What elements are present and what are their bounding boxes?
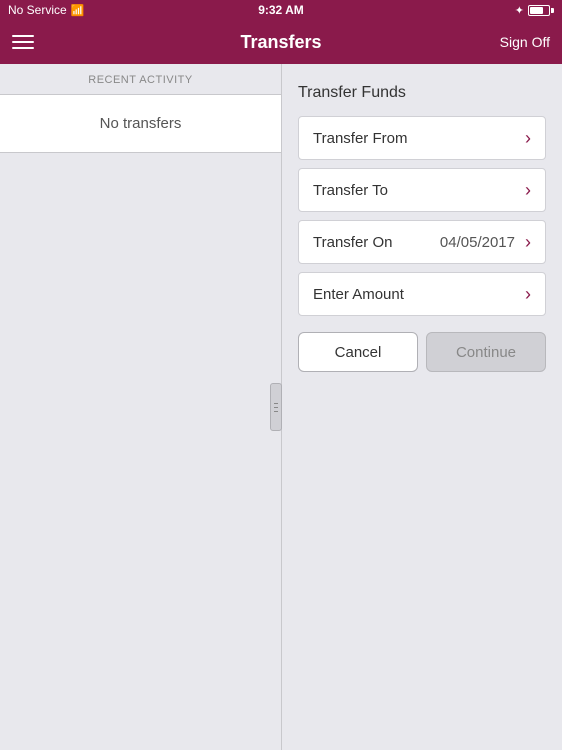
continue-button[interactable]: Continue	[426, 332, 546, 372]
battery-icon	[528, 5, 554, 16]
recent-activity-header: RECENT ACTIVITY	[0, 64, 281, 95]
wifi-icon: 📶	[71, 4, 85, 17]
main-layout: RECENT ACTIVITY No transfers Transfer Fu…	[0, 64, 562, 750]
transfer-on-right: 04/05/2017 ›	[440, 232, 531, 253]
transfer-to-label: Transfer To	[313, 182, 388, 199]
transfer-on-row[interactable]: Transfer On 04/05/2017 ›	[298, 220, 546, 264]
transfer-funds-title: Transfer Funds	[298, 84, 546, 102]
transfer-on-value: 04/05/2017	[440, 234, 515, 251]
enter-amount-right: ›	[525, 284, 531, 305]
enter-amount-label: Enter Amount	[313, 286, 404, 303]
nav-bar: Transfers Sign Off	[0, 20, 562, 64]
left-panel: RECENT ACTIVITY No transfers	[0, 64, 282, 750]
divider-handle-lines	[274, 403, 278, 412]
status-bar-time: 9:32 AM	[258, 3, 304, 17]
nav-title: Transfers	[240, 32, 321, 53]
transfer-to-row[interactable]: Transfer To ›	[298, 168, 546, 212]
status-bar-right: ✦	[515, 4, 554, 17]
transfer-to-chevron: ›	[525, 180, 531, 201]
transfer-from-row[interactable]: Transfer From ›	[298, 116, 546, 160]
status-bar: No Service 📶 9:32 AM ✦	[0, 0, 562, 20]
no-transfers-label: No transfers	[0, 95, 281, 153]
enter-amount-chevron: ›	[525, 284, 531, 305]
hamburger-menu-icon[interactable]	[12, 35, 34, 49]
sign-off-button[interactable]: Sign Off	[500, 34, 550, 50]
bluetooth-icon: ✦	[515, 4, 524, 17]
right-panel: Transfer Funds Transfer From › Transfer …	[282, 64, 562, 750]
transfer-on-chevron: ›	[525, 232, 531, 253]
transfer-from-right: ›	[525, 128, 531, 149]
transfer-on-label: Transfer On	[313, 234, 392, 251]
cancel-button[interactable]: Cancel	[298, 332, 418, 372]
transfer-from-chevron: ›	[525, 128, 531, 149]
buttons-row: Cancel Continue	[298, 332, 546, 372]
transfer-to-right: ›	[525, 180, 531, 201]
status-bar-left: No Service 📶	[8, 3, 84, 17]
divider-handle[interactable]	[270, 383, 282, 431]
service-label: No Service	[8, 3, 67, 17]
enter-amount-row[interactable]: Enter Amount ›	[298, 272, 546, 316]
transfer-from-label: Transfer From	[313, 130, 407, 147]
